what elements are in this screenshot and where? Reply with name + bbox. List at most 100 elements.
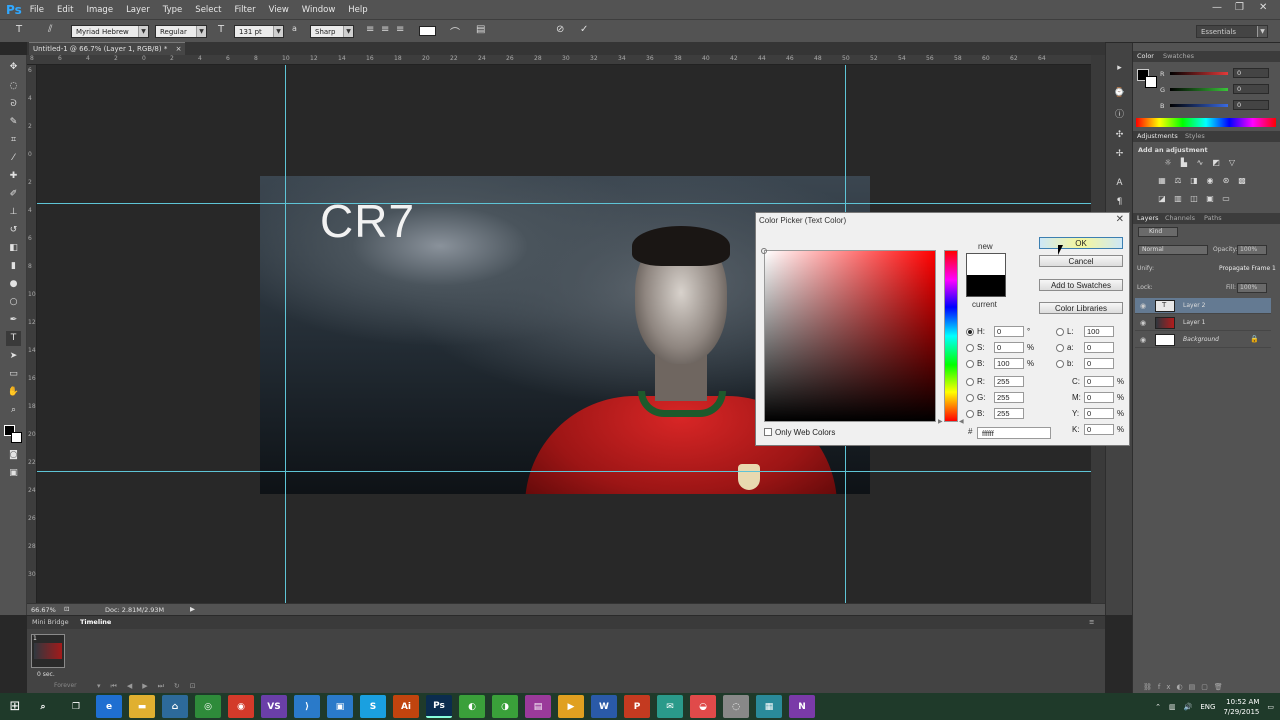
start-button[interactable]: ⊞ xyxy=(0,693,30,720)
dodge-tool-icon[interactable]: ○ xyxy=(6,295,21,310)
powerpoint-app-icon[interactable]: P xyxy=(624,695,650,718)
color-slider-r[interactable]: R0 xyxy=(1133,67,1280,81)
type-tool-icon[interactable]: T xyxy=(16,24,22,35)
color-lookup-icon[interactable]: ▩ xyxy=(1237,176,1247,185)
background-color-swatch[interactable] xyxy=(11,432,22,443)
brush-tool-icon[interactable]: ✐ xyxy=(6,187,21,202)
black-white-icon[interactable]: ◨ xyxy=(1189,176,1199,185)
menu-image[interactable]: Image xyxy=(86,5,113,15)
app-20-icon[interactable]: ✉ xyxy=(657,695,683,718)
menu-filter[interactable]: Filter xyxy=(235,5,256,15)
color-slider-track[interactable] xyxy=(1170,72,1228,75)
document-tab[interactable]: Untitled-1 @ 66.7% (Layer 1, RGB/8) * × xyxy=(29,42,186,55)
blend-mode-select[interactable]: Normal xyxy=(1138,245,1208,255)
frame-delay[interactable]: 0 sec. xyxy=(37,671,55,678)
gradient-tool-icon[interactable]: ▮ xyxy=(6,259,21,274)
font-size-select[interactable]: 131 pt ▼ xyxy=(234,25,284,38)
move-tool-icon[interactable]: ✥ xyxy=(6,60,21,75)
layer-name[interactable]: Background xyxy=(1183,336,1219,343)
network-icon[interactable]: ▥ xyxy=(1169,703,1176,711)
hex-input[interactable]: ffffff xyxy=(977,427,1051,439)
field-input[interactable]: 100 xyxy=(994,358,1024,369)
field-input[interactable]: 255 xyxy=(994,392,1024,403)
text-color-swatch[interactable] xyxy=(419,26,436,36)
radio-button[interactable] xyxy=(1056,360,1064,368)
field-input[interactable]: 255 xyxy=(994,376,1024,387)
hue-saturation-icon[interactable]: ▦ xyxy=(1157,176,1167,185)
checkbox-box[interactable] xyxy=(764,428,772,436)
panel-collapse-icon[interactable]: ▸ xyxy=(1113,63,1126,76)
threshold-icon[interactable]: ◫ xyxy=(1189,194,1199,203)
zoom-tool-icon[interactable]: ⌕ xyxy=(6,403,21,418)
lasso-tool-icon[interactable]: ᘐ xyxy=(6,97,21,112)
photoshop-app-icon[interactable]: Ps xyxy=(426,695,452,718)
app-22-icon[interactable]: ◌ xyxy=(723,695,749,718)
vibrance-icon[interactable]: ▽ xyxy=(1227,158,1237,167)
path-select-tool-icon[interactable]: ➤ xyxy=(6,349,21,364)
radio-button[interactable] xyxy=(966,394,974,402)
invert-icon[interactable]: ◪ xyxy=(1157,194,1167,203)
color-slider-value[interactable]: 0 xyxy=(1233,100,1269,110)
align-left-icon[interactable]: ≡ xyxy=(366,24,374,35)
tab-channels[interactable]: Channels xyxy=(1165,214,1195,222)
guide-vertical-left[interactable] xyxy=(285,65,286,603)
healing-brush-tool-icon[interactable]: ✚ xyxy=(6,169,21,184)
skype-app-icon[interactable]: S xyxy=(360,695,386,718)
color-slider-value[interactable]: 0 xyxy=(1233,84,1269,94)
guide-horizontal-bottom[interactable] xyxy=(37,471,1091,472)
guide-horizontal-top[interactable] xyxy=(37,203,1091,204)
visualstudio-app-icon[interactable]: VS xyxy=(261,695,287,718)
brightness-icon[interactable]: ☼ xyxy=(1163,158,1173,167)
selective-color-icon[interactable]: ▣ xyxy=(1205,194,1215,203)
font-style-select[interactable]: Regular ▼ xyxy=(155,25,207,38)
field-input[interactable]: 0 xyxy=(1084,342,1114,353)
field-input[interactable]: 0 xyxy=(1084,358,1114,369)
color-balance-icon[interactable]: ⚖ xyxy=(1173,176,1183,185)
hue-slider[interactable] xyxy=(944,250,958,422)
radio-button[interactable] xyxy=(966,410,974,418)
app-10-icon[interactable]: ▣ xyxy=(327,695,353,718)
zoom-level[interactable]: 66.67% xyxy=(31,606,56,614)
tab-paths[interactable]: Paths xyxy=(1204,214,1222,222)
warp-text-icon[interactable]: ⌒ xyxy=(450,24,460,39)
radio-button[interactable] xyxy=(966,328,974,336)
history-icon[interactable]: ⌚ xyxy=(1113,88,1126,101)
tray-chevron-icon[interactable]: ⌃ xyxy=(1155,703,1161,711)
layer-row[interactable]: ◉ Background 🔒 xyxy=(1135,332,1271,348)
eye-icon[interactable]: ◉ xyxy=(1140,302,1146,310)
align-center-icon[interactable]: ≡ xyxy=(381,24,389,35)
color-slider-track[interactable] xyxy=(1170,104,1228,107)
curves-icon[interactable]: ∿ xyxy=(1195,158,1205,167)
quick-mask-icon[interactable]: ◙ xyxy=(6,448,21,463)
info-icon[interactable]: ⓘ xyxy=(1113,107,1126,120)
layer-name[interactable]: Layer 2 xyxy=(1183,302,1205,309)
opacity-input[interactable]: 100% xyxy=(1237,245,1267,255)
app-14-icon[interactable]: ◐ xyxy=(459,695,485,718)
propagate-frame-checkbox[interactable]: Propagate Frame 1 xyxy=(1219,265,1276,272)
pen-tool-icon[interactable]: ✒ xyxy=(6,313,21,328)
field-input[interactable]: 255 xyxy=(994,408,1024,419)
task-view-app-icon[interactable]: ❐ xyxy=(63,695,89,718)
chrome-app-icon[interactable]: ◎ xyxy=(195,695,221,718)
menu-window[interactable]: Window xyxy=(302,5,336,15)
paragraph-icon[interactable]: ¶ xyxy=(1113,197,1126,210)
menu-select[interactable]: Select xyxy=(195,5,221,15)
menu-file[interactable]: File xyxy=(30,5,44,15)
minimize-button[interactable]: — xyxy=(1212,2,1222,13)
menu-type[interactable]: Type xyxy=(163,5,183,15)
crop-tool-icon[interactable]: ⌗ xyxy=(6,133,21,148)
color-marker[interactable] xyxy=(761,248,767,254)
menu-layer[interactable]: Layer xyxy=(126,5,150,15)
color-slider-track[interactable] xyxy=(1170,88,1228,91)
eye-icon[interactable]: ◉ xyxy=(1140,336,1146,344)
color-slider-b[interactable]: B0 xyxy=(1133,99,1280,113)
close-button[interactable]: ✕ xyxy=(1259,2,1267,13)
add-to-swatches-button[interactable]: Add to Swatches xyxy=(1039,279,1123,291)
eyedropper-tool-icon[interactable]: ⁄ xyxy=(6,151,21,166)
eye-icon[interactable]: ◉ xyxy=(1140,319,1146,327)
vscode-app-icon[interactable]: ⟩ xyxy=(294,695,320,718)
channel-mixer-icon[interactable]: ⊛ xyxy=(1221,176,1231,185)
tab-timeline[interactable]: Timeline xyxy=(80,618,111,626)
radio-button[interactable] xyxy=(1056,328,1064,336)
timeline-controls[interactable]: ▾⏮◀▶⏭↻⊡ xyxy=(97,682,206,691)
